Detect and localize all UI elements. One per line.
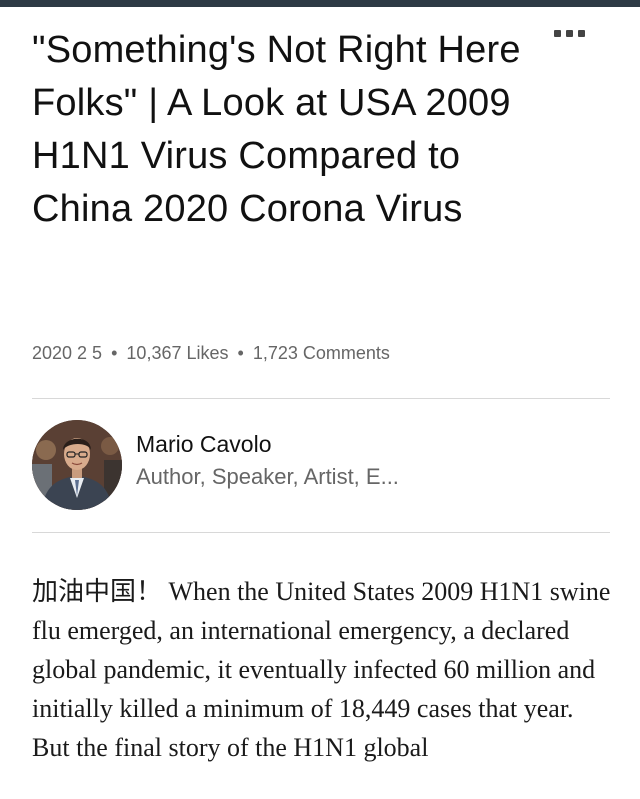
article-title: "Something's Not Right Here Folks" | A L… bbox=[32, 29, 521, 230]
author-name[interactable]: Mario Cavolo bbox=[136, 431, 272, 458]
publish-date: 2020 2 5 bbox=[32, 343, 103, 363]
more-options-icon[interactable] bbox=[554, 30, 590, 38]
comments-count[interactable]: 1,723 Comments bbox=[253, 343, 390, 363]
more-dot bbox=[554, 30, 561, 37]
avatar[interactable] bbox=[32, 420, 122, 510]
status-bar bbox=[0, 0, 640, 7]
divider bbox=[32, 398, 610, 399]
more-dot bbox=[578, 30, 585, 37]
more-dot bbox=[566, 30, 573, 37]
likes-count[interactable]: 10,367 Likes bbox=[126, 343, 228, 363]
author-headline: Author, Speaker, Artist, E... bbox=[136, 464, 399, 489]
article-body: 加油中国！ When the United States 2009 H1N1 s… bbox=[32, 577, 611, 762]
divider bbox=[32, 532, 610, 533]
article-meta: 2020 2 5 • 10,367 Likes • 1,723 Comments bbox=[32, 343, 390, 364]
author-card[interactable]: Mario Cavolo Author, Speaker, Artist, E.… bbox=[32, 418, 592, 512]
meta-separator: • bbox=[111, 343, 118, 363]
meta-separator: • bbox=[237, 343, 244, 363]
